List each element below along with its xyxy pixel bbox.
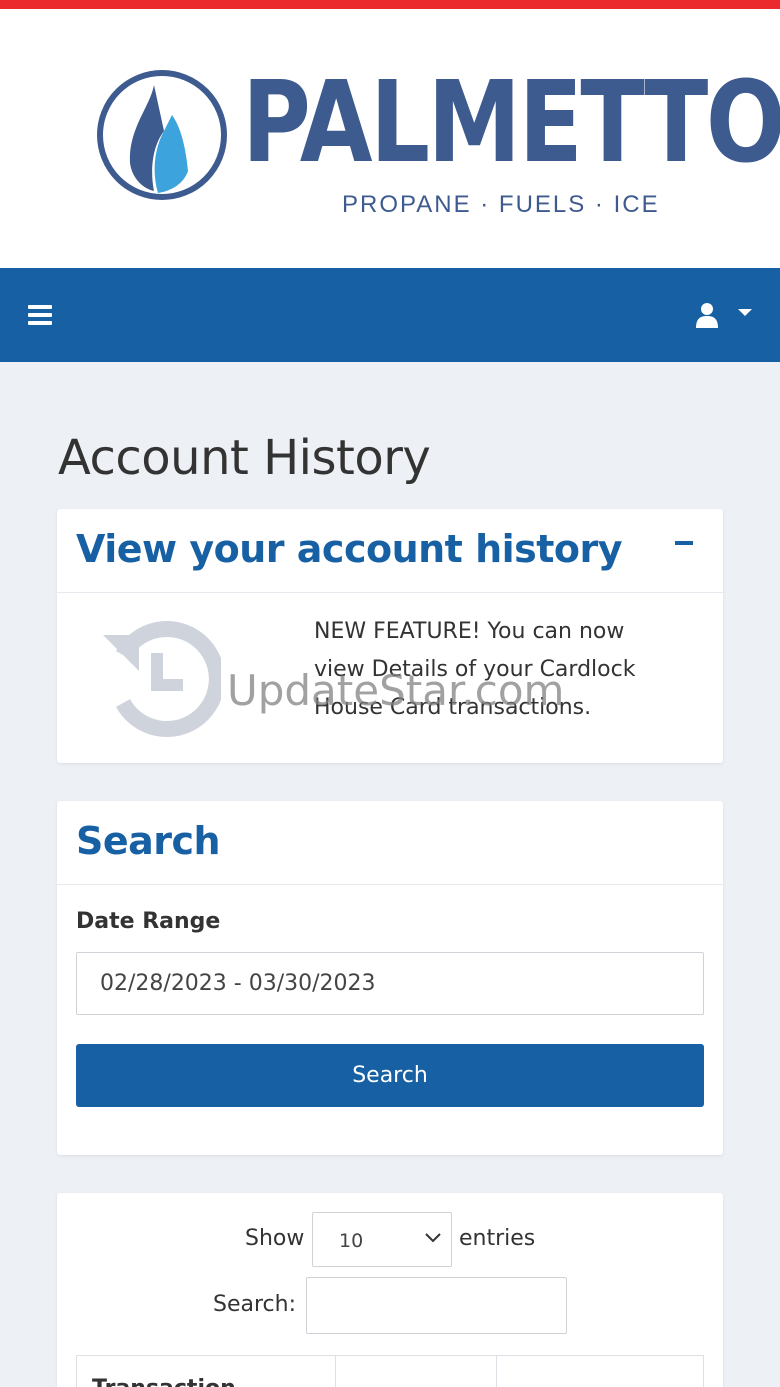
- brand-name: PALMETTO: [242, 58, 780, 188]
- page-title: Account History: [58, 430, 431, 486]
- table-search-label: Search:: [213, 1292, 296, 1317]
- search-card: Search Date Range Search: [57, 801, 723, 1155]
- account-history-card: View your account history NEW FEATURE! Y…: [57, 509, 723, 763]
- brand-tagline: PROPANE · FUELS · ICE: [342, 191, 660, 218]
- minus-icon[interactable]: [675, 541, 693, 545]
- top-accent-stripe: [0, 0, 780, 9]
- entries-per-page-select[interactable]: 10: [312, 1212, 452, 1267]
- entries-label: entries: [459, 1226, 536, 1251]
- transactions-table-card: Show 10 entries Search: Transaction: [57, 1193, 723, 1387]
- card-header: Search: [57, 801, 723, 885]
- history-icon: [103, 621, 221, 737]
- chevron-down-icon: [738, 309, 752, 316]
- column-header-transaction[interactable]: Transaction: [77, 1356, 336, 1387]
- column-header[interactable]: [336, 1356, 497, 1387]
- hamburger-icon[interactable]: [28, 305, 52, 325]
- card-title: Search: [76, 819, 221, 863]
- table-search-input[interactable]: [306, 1277, 567, 1334]
- card-header: View your account history: [57, 509, 723, 593]
- show-label: Show: [245, 1226, 305, 1251]
- site-header: PALMETTO PROPANE · FUELS · ICE: [0, 9, 780, 268]
- date-range-input[interactable]: [76, 952, 704, 1015]
- entries-select-value: 10: [339, 1230, 364, 1252]
- column-header[interactable]: [497, 1356, 702, 1387]
- search-button[interactable]: Search: [76, 1044, 704, 1107]
- user-menu-dropdown[interactable]: [696, 300, 756, 332]
- main-navbar: [0, 268, 780, 362]
- table-header-row: Transaction: [76, 1355, 704, 1387]
- date-range-label: Date Range: [76, 909, 221, 934]
- user-icon: [696, 303, 718, 328]
- card-title: View your account history: [76, 527, 623, 571]
- new-feature-message: NEW FEATURE! You can now view Details of…: [314, 619, 636, 720]
- chevron-down-icon: [425, 1233, 441, 1243]
- flame-logo-icon: [97, 70, 227, 200]
